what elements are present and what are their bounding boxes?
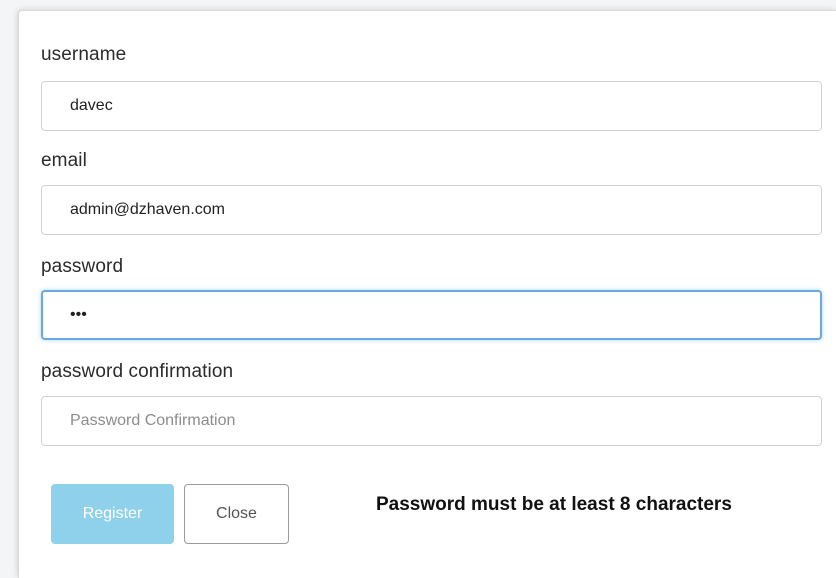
background-fragment — [0, 22, 12, 44]
username-label: username — [41, 44, 127, 65]
background-fragment — [0, 163, 12, 185]
register-button[interactable]: Register — [51, 484, 174, 544]
background-fragment — [0, 210, 12, 232]
username-input[interactable] — [41, 81, 822, 131]
password-input[interactable] — [41, 290, 822, 340]
password-label: password — [41, 256, 124, 277]
password-confirmation-input[interactable] — [41, 396, 822, 446]
password-validation-message: Password must be at least 8 characters — [376, 494, 732, 515]
background-fragment — [0, 72, 12, 94]
email-label: email — [41, 150, 87, 171]
close-button[interactable]: Close — [184, 484, 289, 544]
password-confirmation-label: password confirmation — [41, 361, 234, 382]
background-fragment — [0, 118, 12, 140]
email-input[interactable] — [41, 185, 822, 235]
